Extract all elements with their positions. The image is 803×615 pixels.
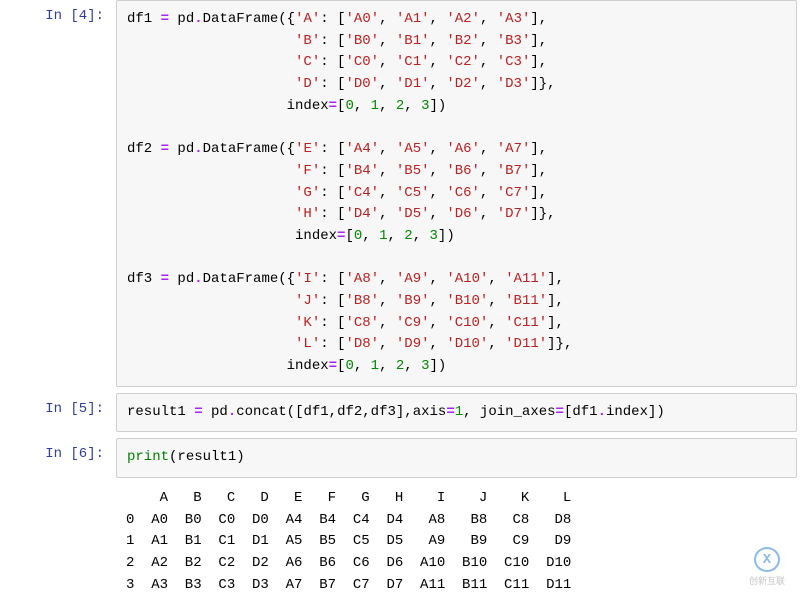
code-input-5[interactable]: result1 = pd.concat([df1,df2,df3],axis=1… [116,393,797,433]
cell-prompt: In [4]: [0,0,116,32]
code-input-6[interactable]: print(result1) [116,438,797,478]
print-output: A B C D E F G H I J K L 0 A0 B0 C0 D0 A4… [116,484,803,604]
cell-4: In [4]: df1 = pd.DataFrame({'A': ['A0', … [0,0,803,387]
watermark-text: 创新互联 [749,574,785,587]
watermark-icon: X [754,547,780,572]
cell-prompt: In [5]: [0,393,116,425]
cell-prompt: In [6]: [0,438,116,470]
cell-5: In [5]: result1 = pd.concat([df1,df2,df3… [0,393,803,433]
cell-6: In [6]: print(result1) [0,438,803,478]
code-input-4[interactable]: df1 = pd.DataFrame({'A': ['A0', 'A1', 'A… [116,0,797,387]
watermark: X 创新互联 [737,547,797,587]
output-prompt [0,484,116,500]
cell-6-output: A B C D E F G H I J K L 0 A0 B0 C0 D0 A4… [0,484,803,604]
